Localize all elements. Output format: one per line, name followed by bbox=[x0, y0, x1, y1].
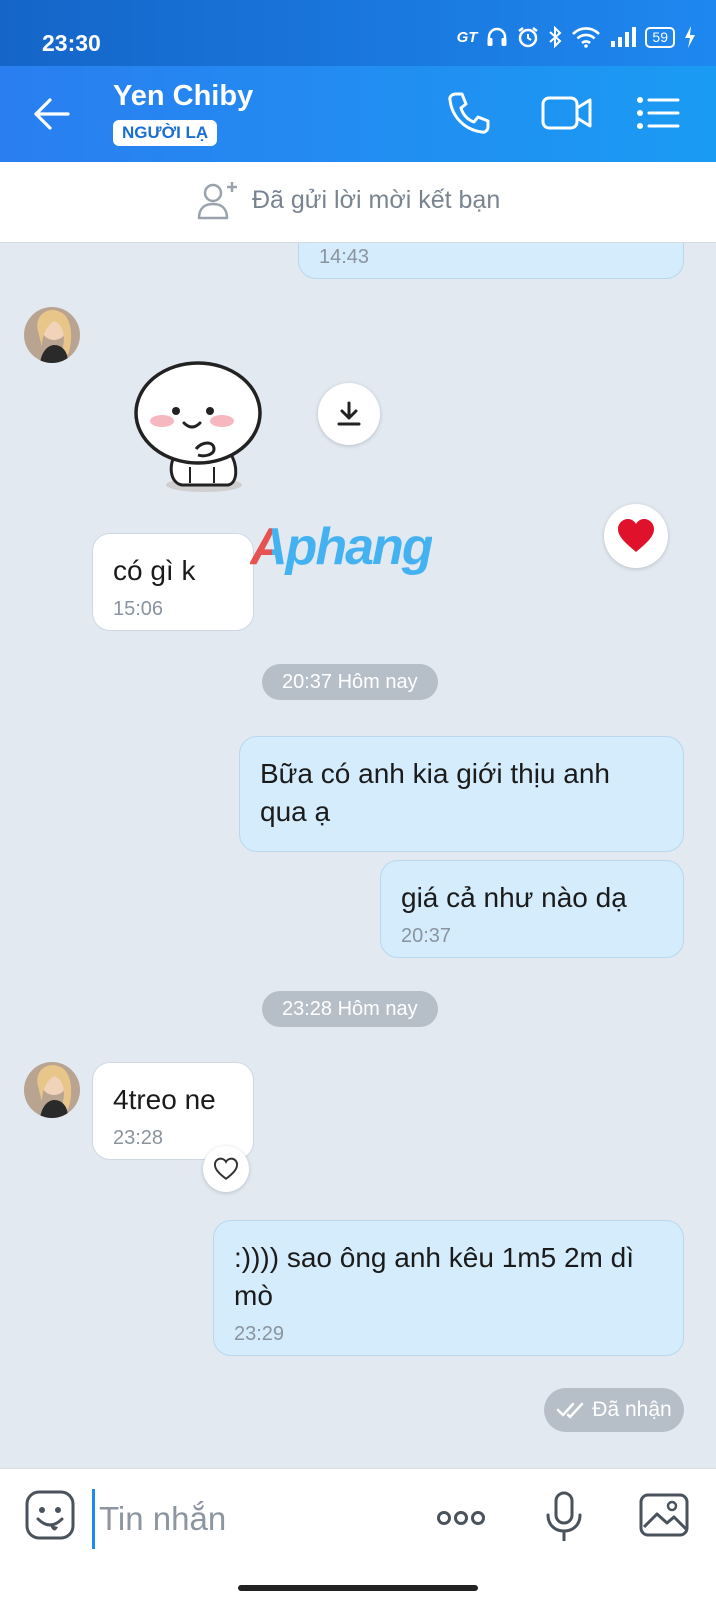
smiling-blob-sticker bbox=[134, 361, 262, 492]
read-status-label: Đã nhận bbox=[592, 1398, 672, 1421]
voice-call-button[interactable] bbox=[444, 88, 498, 140]
message-text: 4treo ne bbox=[113, 1084, 216, 1115]
back-arrow-icon bbox=[34, 98, 70, 130]
more-options-button[interactable] bbox=[432, 1489, 490, 1547]
message-input[interactable] bbox=[92, 1489, 401, 1549]
status-time: 23:30 bbox=[42, 30, 101, 56]
video-call-icon bbox=[541, 96, 592, 130]
microphone-icon bbox=[546, 1491, 582, 1541]
date-divider: 23:28 Hôm nay bbox=[262, 991, 438, 1027]
double-check-icon bbox=[557, 1402, 584, 1419]
status-icons: GT 59 bbox=[457, 26, 696, 48]
voice-message-button[interactable] bbox=[535, 1489, 593, 1547]
message-text: Bữa có anh kia giới thịu anh qua ạ bbox=[260, 758, 610, 827]
date-divider: 20:37 Hôm nay bbox=[262, 664, 438, 700]
message-time: 23:29 bbox=[234, 1322, 285, 1345]
alarm-icon bbox=[518, 27, 539, 48]
more-icon bbox=[437, 1511, 485, 1525]
contact-name[interactable]: Yen Chiby bbox=[113, 80, 253, 113]
send-image-button[interactable] bbox=[638, 1489, 696, 1547]
message-time: 14:43 bbox=[319, 246, 370, 268]
friend-request-text: Đã gửi lời mời kết bạn bbox=[252, 185, 501, 214]
status-bar: 23:30 GT 59 bbox=[0, 0, 716, 66]
wifi-icon bbox=[572, 27, 601, 48]
back-button[interactable] bbox=[30, 92, 80, 136]
image-icon bbox=[639, 1493, 689, 1537]
message-bubble-received[interactable]: có gì k 15:06 bbox=[92, 533, 254, 631]
heart-icon bbox=[618, 519, 654, 552]
message-bubble-sent[interactable]: Bữa có anh kia giới thịu anh qua ạ bbox=[239, 736, 684, 852]
message-time: 20:37 bbox=[401, 924, 452, 947]
battery-icon: 59 bbox=[645, 26, 675, 48]
message-bubble-sent[interactable]: 14:43 bbox=[298, 243, 684, 279]
emoji-button[interactable] bbox=[24, 1489, 82, 1547]
signal-icon bbox=[611, 27, 637, 47]
bluetooth-icon bbox=[549, 26, 562, 48]
charging-icon bbox=[685, 26, 695, 48]
friend-request-status: Đã gửi lời mời kết bạn bbox=[196, 178, 500, 222]
friend-request-bar: Đã gửi lời mời kết bạn bbox=[0, 162, 716, 243]
emoji-icon bbox=[25, 1490, 75, 1540]
read-status: Đã nhận bbox=[544, 1388, 684, 1432]
home-indicator bbox=[238, 1585, 478, 1591]
reaction-heart-button[interactable] bbox=[604, 504, 668, 568]
heart-outline-icon bbox=[213, 1157, 239, 1180]
react-button[interactable] bbox=[203, 1146, 249, 1192]
message-text: có gì k bbox=[113, 555, 196, 586]
message-text: :)))) sao ông anh kêu 1m5 2m dì mò bbox=[234, 1242, 634, 1311]
message-bubble-sent[interactable]: giá cả như nào dạ 20:37 bbox=[380, 860, 684, 958]
network-label: GT bbox=[456, 28, 478, 46]
download-icon bbox=[337, 401, 361, 426]
video-call-button[interactable] bbox=[540, 88, 594, 140]
add-person-icon bbox=[197, 182, 237, 220]
download-button[interactable] bbox=[318, 383, 380, 445]
message-text: giá cả như nào dạ bbox=[401, 882, 627, 913]
composer-bar bbox=[0, 1468, 716, 1601]
message-time: 15:06 bbox=[113, 597, 164, 620]
headphones-icon bbox=[487, 27, 507, 46]
sticker-message[interactable] bbox=[128, 357, 268, 499]
stranger-badge: NGƯỜI LẠ bbox=[113, 120, 218, 146]
menu-list-icon bbox=[637, 97, 680, 129]
avatar[interactable] bbox=[24, 1062, 80, 1118]
message-bubble-received[interactable]: 4treo ne 23:28 bbox=[92, 1062, 254, 1160]
chat-options-button[interactable] bbox=[634, 88, 688, 140]
message-bubble-sent[interactable]: :)))) sao ông anh kêu 1m5 2m dì mò 23:29 bbox=[213, 1220, 684, 1356]
phone-icon bbox=[448, 92, 490, 134]
chat-area[interactable]: 14:43 có gì k 15:06 20:37 Hôm nay Bữa có… bbox=[0, 243, 716, 1468]
avatar[interactable] bbox=[24, 307, 80, 363]
chat-header: Yen Chiby NGƯỜI LẠ bbox=[0, 66, 716, 162]
